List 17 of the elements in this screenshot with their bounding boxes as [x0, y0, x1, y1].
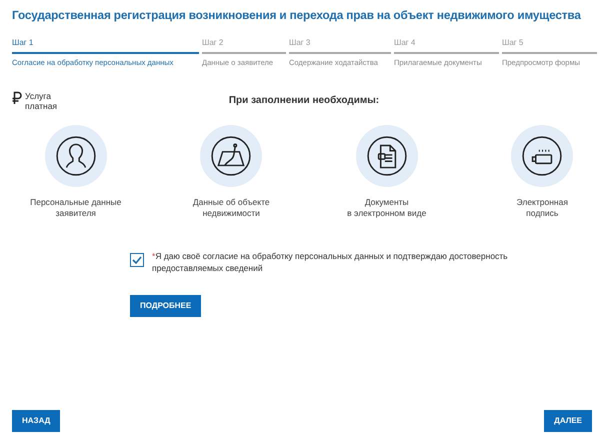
requirement-label: Персональные данные заявителя — [30, 196, 122, 220]
requirement-label: Электронная подпись — [516, 196, 568, 220]
more-button[interactable]: ПОДРОБНЕЕ — [130, 294, 202, 317]
page-title: Государственная регистрация возникновения и перехода прав на объект недвижимого имущества — [12, 8, 581, 24]
consent-text: *Я даю своё согласие на обработку персональных данных и подтверждаю достоверность предоставляемых сведений — [152, 251, 509, 274]
document-icon — [366, 134, 408, 177]
next-button[interactable]: ДАЛЕЕ — [544, 410, 592, 432]
requirement-label: Документы в электронном виде — [347, 196, 426, 220]
ruble-icon — [12, 90, 22, 105]
requirements-heading: При заполнении необходимы: — [228, 94, 380, 108]
usb-key-icon — [521, 134, 564, 177]
person-icon — [54, 134, 97, 177]
map-icon — [210, 134, 252, 177]
requirement-label: Данные об объекте недвижимости — [192, 196, 270, 220]
back-button[interactable]: НАЗАД — [12, 410, 60, 432]
fee-label: Услуга платная — [25, 90, 58, 111]
consent-checkbox[interactable] — [130, 253, 144, 268]
